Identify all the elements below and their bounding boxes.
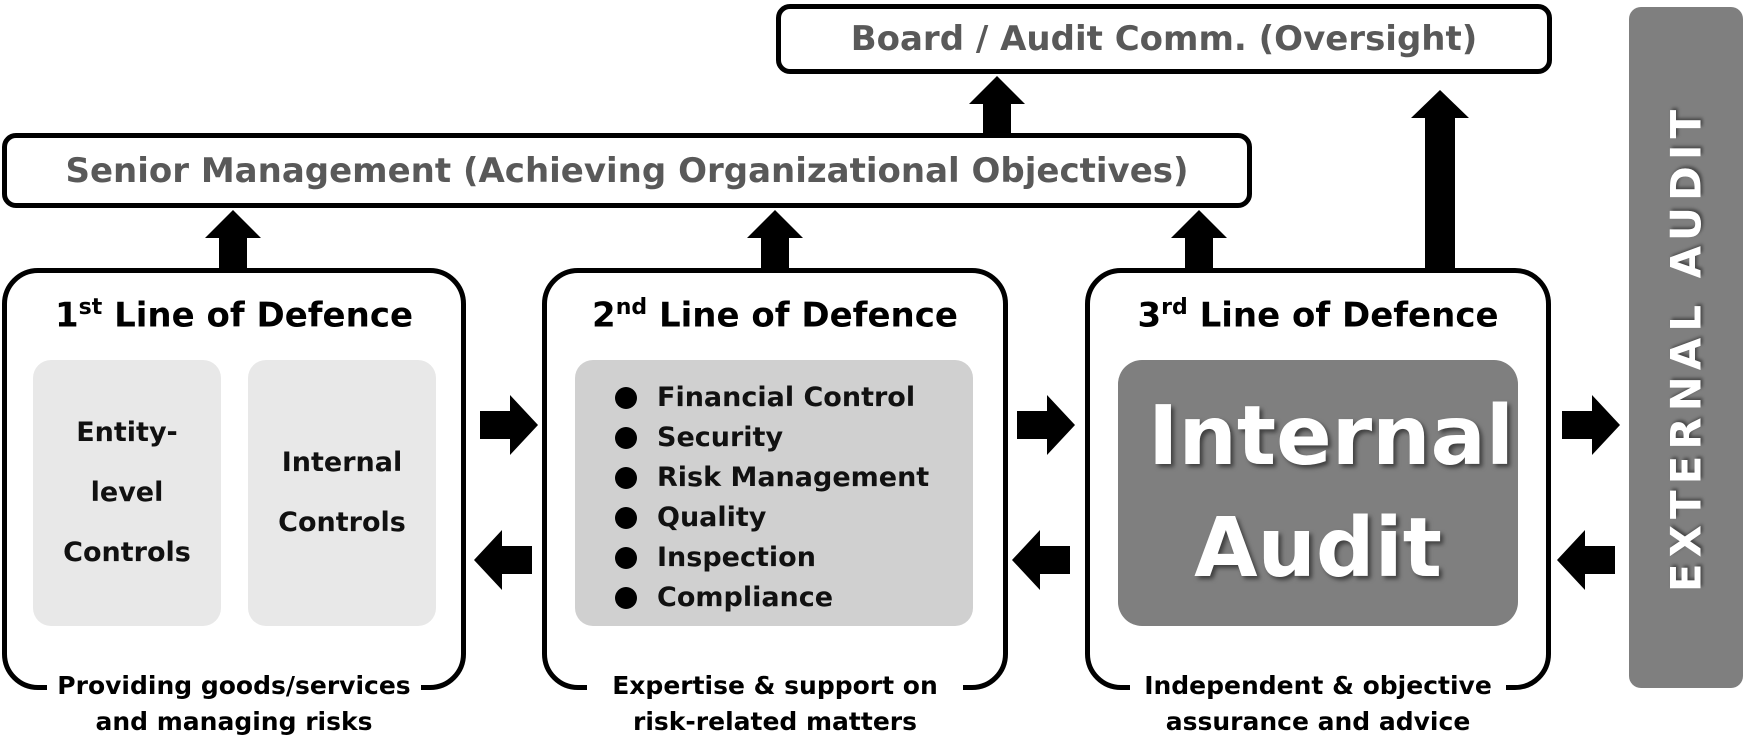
arrow-up-icon	[1411, 90, 1469, 270]
board-label: Board / Audit Comm. (Oversight)	[850, 19, 1478, 59]
senior-management-label: Senior Management (Achieving Organizatio…	[65, 150, 1189, 191]
arrow-up-icon	[969, 76, 1025, 135]
second-line-title: 2nd Line of Defence	[592, 295, 958, 336]
third-line-title: 3rd Line of Defence	[1137, 295, 1499, 336]
list-item: Quality	[615, 498, 973, 538]
senior-management-box: Senior Management (Achieving Organizatio…	[2, 133, 1252, 208]
arrow-right-icon	[480, 395, 538, 455]
first-line-box: 1st Line of Defence Entity- level Contro…	[2, 268, 466, 740]
list-item: Security	[615, 418, 973, 458]
first-line-caption: Providing goods/services and managing ri…	[47, 668, 421, 740]
arrow-right-icon	[1017, 395, 1075, 455]
bullet-icon	[615, 387, 637, 409]
board-oversight-box: Board / Audit Comm. (Oversight)	[776, 4, 1552, 74]
external-audit-label: EXTERNAL AUDIT	[1661, 103, 1711, 592]
internal-audit-box: Internal Audit	[1118, 360, 1518, 626]
bullet-icon	[615, 427, 637, 449]
arrow-left-icon	[1557, 530, 1615, 590]
second-line-functions-list: Financial Control Security Risk Manageme…	[575, 360, 973, 618]
list-item: Risk Management	[615, 458, 973, 498]
list-item: Compliance	[615, 578, 973, 618]
arrow-up-icon	[747, 210, 803, 270]
third-line-box: 3rd Line of Defence Internal Audit Indep…	[1085, 268, 1551, 740]
bullet-icon	[615, 587, 637, 609]
third-line-caption: Independent & objective assurance and ad…	[1130, 668, 1506, 740]
bullet-icon	[615, 507, 637, 529]
second-line-functions-box: Financial Control Security Risk Manageme…	[575, 360, 973, 626]
second-line-box: 2nd Line of Defence Financial Control Se…	[542, 268, 1008, 740]
first-line-title: 1st Line of Defence	[54, 295, 414, 336]
list-item: Financial Control	[615, 378, 973, 418]
second-line-caption: Expertise & support on risk-related matt…	[587, 668, 963, 740]
arrow-right-icon	[1562, 395, 1620, 455]
external-audit-box: EXTERNAL AUDIT	[1629, 7, 1743, 688]
bullet-icon	[615, 467, 637, 489]
internal-controls-box: Internal Controls	[248, 360, 436, 626]
list-item: Inspection	[615, 538, 973, 578]
arrow-left-icon	[1012, 530, 1070, 590]
arrow-up-icon	[1171, 210, 1227, 270]
entity-level-controls-box: Entity- level Controls	[33, 360, 221, 626]
bullet-icon	[615, 547, 637, 569]
arrow-up-icon	[205, 210, 261, 270]
arrow-left-icon	[474, 530, 532, 590]
